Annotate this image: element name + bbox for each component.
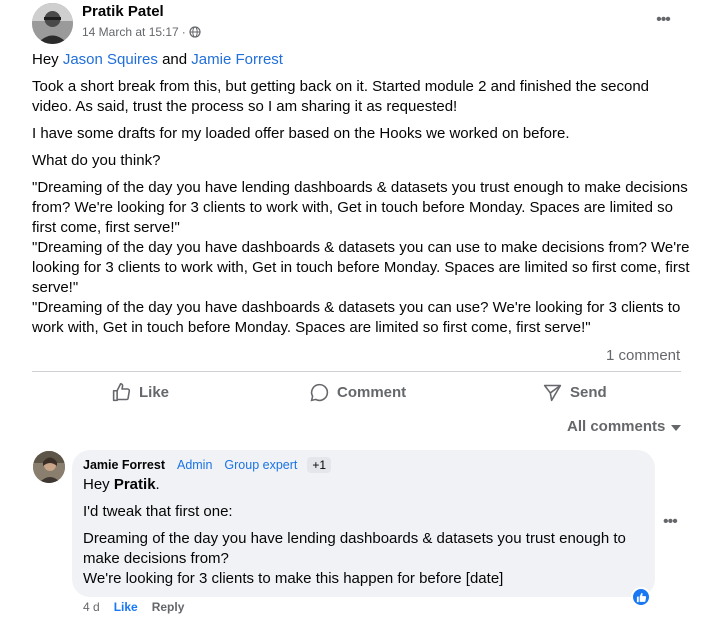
post-paragraph: What do you think? <box>32 152 161 169</box>
comment-time[interactable]: 4 d <box>83 600 100 614</box>
group-expert-badge[interactable]: Group expert <box>224 458 297 472</box>
comment-more-options-icon[interactable]: ••• <box>663 513 678 531</box>
commenter-name[interactable]: Jamie Forrest <box>83 458 165 472</box>
caret-down-icon <box>671 424 682 431</box>
comment-body: Hey Pratik. I'd tweak that first one: Dr… <box>83 475 648 596</box>
comment-greeting-prefix: Hey <box>83 476 114 493</box>
comment-reply-button[interactable]: Reply <box>152 600 185 614</box>
post-quote: "Dreaming of the day you have dashboards… <box>32 239 690 296</box>
admin-badge[interactable]: Admin <box>177 458 212 472</box>
speech-bubble-icon <box>310 383 329 401</box>
post-more-options-icon[interactable]: ••• <box>652 9 674 31</box>
thumbs-up-icon <box>636 592 646 602</box>
thumbs-up-icon <box>112 382 131 401</box>
post-greeting: Hey Jason Squires and Jamie Forrest <box>32 50 692 70</box>
comment-button[interactable]: Comment <box>309 380 406 404</box>
commenter-avatar[interactable] <box>33 451 65 483</box>
more-badges-count[interactable]: +1 <box>307 457 332 473</box>
post-quote: "Dreaming of the day you have lending da… <box>32 179 688 236</box>
meta-separator: · <box>181 25 186 39</box>
send-button-label: Send <box>570 383 607 401</box>
comment-line: Dreaming of the day you have lending das… <box>83 530 626 567</box>
comment-count-link[interactable]: 1 comment <box>606 347 680 364</box>
comment-footer: 4 d Like Reply <box>83 600 184 614</box>
author-avatar[interactable] <box>32 3 73 44</box>
comments-filter-dropdown[interactable]: All comments <box>567 418 682 435</box>
comment-greeting: Hey Pratik. <box>83 475 648 495</box>
comment-like-button[interactable]: Like <box>114 600 138 614</box>
globe-icon <box>189 26 201 38</box>
comment-button-label: Comment <box>337 383 407 401</box>
send-button[interactable]: Send <box>542 380 607 404</box>
post-quote: "Dreaming of the day you have dashboards… <box>32 299 681 336</box>
post-timestamp[interactable]: 14 March at 15:17 <box>82 25 179 39</box>
send-icon <box>543 384 562 401</box>
mention-jamie-forrest[interactable]: Jamie Forrest <box>191 51 283 68</box>
post-body: Hey Jason Squires and Jamie Forrest Took… <box>32 50 692 338</box>
comment-line: I'd tweak that first one: <box>83 503 233 520</box>
like-button-label: Like <box>139 383 170 401</box>
post-author-name[interactable]: Pratik Patel <box>82 3 164 20</box>
comments-filter-label: All comments <box>567 418 666 435</box>
mention-pratik[interactable]: Pratik <box>114 476 156 493</box>
comment-line: We're looking for 3 clients to make this… <box>83 570 504 587</box>
post-paragraph: Took a short break from this, but gettin… <box>32 78 650 115</box>
actions-divider <box>32 371 681 372</box>
greeting-prefix: Hey <box>32 51 63 68</box>
comment-header: Jamie Forrest Admin Group expert +1 <box>83 457 332 473</box>
reaction-badge[interactable] <box>631 587 651 607</box>
like-button[interactable]: Like <box>111 380 169 404</box>
post-paragraph: I have some drafts for my loaded offer b… <box>32 125 570 142</box>
greeting-connector: and <box>157 51 192 68</box>
comment-greeting-suffix: . <box>155 476 160 493</box>
mention-jason-squires[interactable]: Jason Squires <box>63 51 158 68</box>
post-meta: 14 March at 15:17 · <box>82 25 201 39</box>
